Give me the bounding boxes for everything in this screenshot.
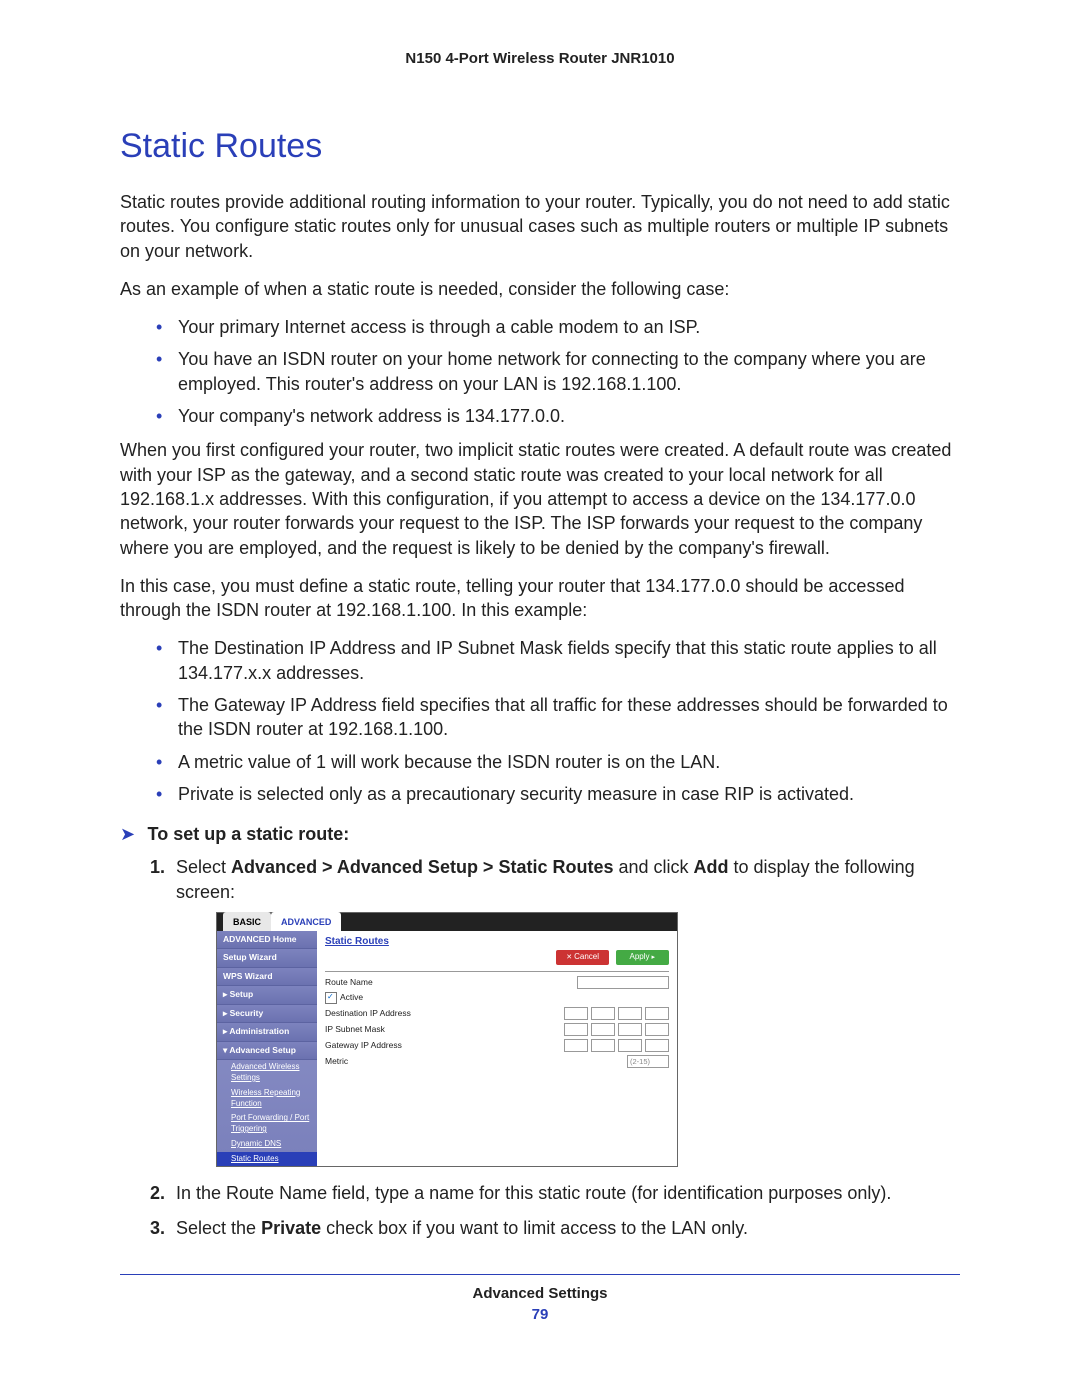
list-item: Your company's network address is 134.17… <box>156 404 960 428</box>
list-item: The Gateway IP Address field specifies t… <box>156 693 960 742</box>
sidebar-item-advanced-setup[interactable]: ▾ Advanced Setup <box>217 1042 317 1060</box>
tab-advanced[interactable]: ADVANCED <box>271 912 341 931</box>
label-route-name: Route Name <box>325 977 445 988</box>
sidebar-sub-wireless-repeating[interactable]: Wireless Repeating Function <box>217 1086 317 1112</box>
step-item: Select the Private check box if you want… <box>170 1216 960 1240</box>
sidebar-item-administration[interactable]: ▸ Administration <box>217 1023 317 1041</box>
bullet-list: Your primary Internet access is through … <box>120 315 960 428</box>
footer-section: Advanced Settings <box>120 1285 960 1302</box>
list-item: The Destination IP Address and IP Subnet… <box>156 636 960 685</box>
procedure-heading: ➤ To set up a static route: <box>120 824 960 845</box>
list-item: A metric value of 1 will work because th… <box>156 750 960 774</box>
panel-title: Static Routes <box>325 935 669 949</box>
sidebar-item-setup-wizard[interactable]: Setup Wizard <box>217 949 317 967</box>
paragraph: Static routes provide additional routing… <box>120 190 960 263</box>
page-number: 79 <box>120 1306 960 1323</box>
footer-rule <box>120 1274 960 1275</box>
step-text: and click <box>613 857 693 877</box>
router-sidebar: ADVANCED Home Setup Wizard WPS Wizard ▸ … <box>217 931 317 1167</box>
paragraph: In this case, you must define a static r… <box>120 574 960 623</box>
active-checkbox[interactable]: ✓ <box>325 992 337 1004</box>
step-text: Select <box>176 857 231 877</box>
label-dest-ip: Destination IP Address <box>325 1008 445 1019</box>
step-item: Select Advanced > Advanced Setup > Stati… <box>170 855 960 1167</box>
sidebar-sub-advanced-wireless[interactable]: Advanced Wireless Settings <box>217 1060 317 1086</box>
list-item: Your primary Internet access is through … <box>156 315 960 339</box>
tab-basic[interactable]: BASIC <box>223 912 271 931</box>
step-item: In the Route Name field, type a name for… <box>170 1181 960 1205</box>
sidebar-item-wps-wizard[interactable]: WPS Wizard <box>217 968 317 986</box>
list-item: You have an ISDN router on your home net… <box>156 347 960 396</box>
menu-path: Advanced > Advanced Setup > Static Route… <box>231 857 613 877</box>
sidebar-sub-port-forwarding[interactable]: Port Forwarding / Port Triggering <box>217 1111 317 1137</box>
ordered-steps: Select Advanced > Advanced Setup > Stati… <box>120 855 960 1240</box>
sidebar-item-setup[interactable]: ▸ Setup <box>217 986 317 1004</box>
sidebar-item-security[interactable]: ▸ Security <box>217 1005 317 1023</box>
router-tab-bar: BASIC ADVANCED <box>217 913 677 931</box>
sidebar-item-advanced-home[interactable]: ADVANCED Home <box>217 931 317 949</box>
document-header: N150 4-Port Wireless Router JNR1010 <box>120 50 960 67</box>
checkbox-name: Private <box>261 1218 321 1238</box>
section-title: Static Routes <box>120 127 960 166</box>
route-name-input[interactable] <box>577 976 669 989</box>
paragraph: As an example of when a static route is … <box>120 277 960 301</box>
sidebar-sub-static-routes[interactable]: Static Routes <box>217 1152 317 1167</box>
dest-ip-input[interactable] <box>564 1007 669 1020</box>
button-name: Add <box>694 857 729 877</box>
label-subnet: IP Subnet Mask <box>325 1024 445 1035</box>
procedure-title: To set up a static route: <box>148 824 350 844</box>
label-gateway: Gateway IP Address <box>325 1040 445 1051</box>
step-text: Select the <box>176 1218 261 1238</box>
arrow-icon: ➤ <box>120 824 135 844</box>
label-active: Active <box>340 992 363 1003</box>
metric-input[interactable]: (2-15) <box>627 1055 669 1068</box>
gateway-ip-input[interactable] <box>564 1039 669 1052</box>
step-text: check box if you want to limit access to… <box>321 1218 748 1238</box>
bullet-list: The Destination IP Address and IP Subnet… <box>120 636 960 806</box>
router-ui-screenshot: BASIC ADVANCED ADVANCED Home Setup Wizar… <box>216 912 678 1168</box>
router-content: Static Routes Cancel Apply Route Name <box>317 931 677 1167</box>
cancel-button[interactable]: Cancel <box>556 950 609 965</box>
list-item: Private is selected only as a precaution… <box>156 782 960 806</box>
apply-button[interactable]: Apply <box>616 950 669 965</box>
label-metric: Metric <box>325 1056 445 1067</box>
subnet-mask-input[interactable] <box>564 1023 669 1036</box>
sidebar-sub-dynamic-dns[interactable]: Dynamic DNS <box>217 1137 317 1152</box>
paragraph: When you first configured your router, t… <box>120 438 960 559</box>
